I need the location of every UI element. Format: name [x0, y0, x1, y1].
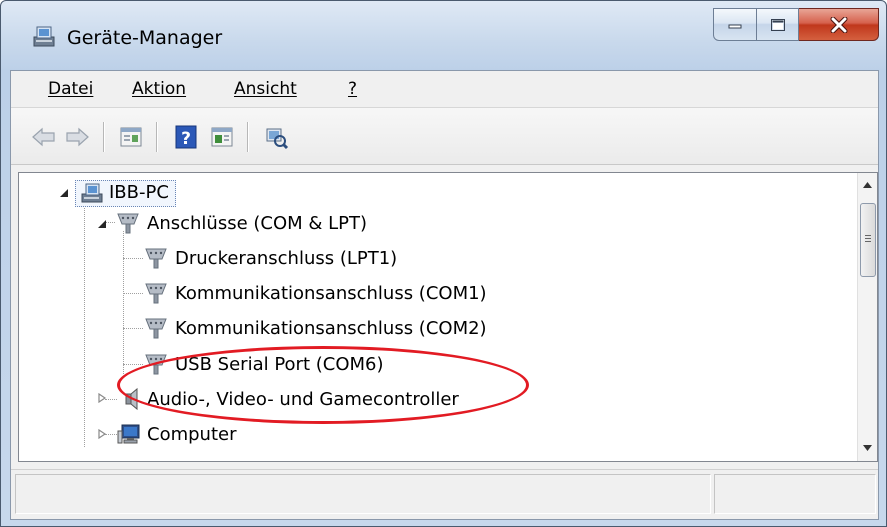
maximize-icon: [770, 18, 785, 31]
minimize-icon: [728, 24, 742, 28]
toolbar-separator: [156, 122, 158, 152]
tree-node-ports[interactable]: Anschlüsse (COM & LPT): [115, 209, 367, 237]
window-title: Geräte-Manager: [67, 27, 223, 49]
tree-node-device-label: Kommunikationsanschluss (COM1): [175, 282, 487, 304]
svg-text:?: ?: [181, 129, 191, 149]
scrollbar-thumb[interactable]: [860, 203, 876, 277]
tree-node-root[interactable]: IBB-PC: [75, 179, 176, 207]
action-pane-icon[interactable]: [208, 123, 236, 151]
tree-node-device[interactable]: Kommunikationsanschluss (COM2): [143, 314, 487, 342]
scroll-down-arrow-icon: [863, 445, 872, 451]
collapse-arrow-icon[interactable]: [59, 188, 69, 198]
tree-node-computer-label: Computer: [147, 423, 237, 445]
tree-node-root-selection: IBB-PC: [75, 179, 176, 207]
tree-node-device-label: Druckeranschluss (LPT1): [175, 247, 398, 269]
close-icon: [830, 16, 847, 33]
toolbar-separator: [103, 122, 105, 152]
help-icon[interactable]: ?: [172, 123, 200, 151]
toolbar: ?: [11, 108, 878, 165]
collapse-arrow-icon[interactable]: [97, 219, 107, 229]
port-connector-icon: [145, 318, 167, 339]
menu-bar: Datei Aktion Ansicht ?: [11, 71, 878, 108]
menu-help[interactable]: ?: [348, 79, 357, 99]
scroll-up-arrow-icon: [863, 182, 872, 188]
tree-node-root-label: IBB-PC: [109, 182, 169, 203]
scroll-down-button[interactable]: [858, 438, 877, 458]
tree-node-computer[interactable]: Computer: [117, 420, 236, 448]
tree-node-device[interactable]: Druckeranschluss (LPT1): [143, 244, 397, 272]
port-connector-icon: [145, 283, 167, 304]
scan-hardware-icon[interactable]: [262, 123, 290, 151]
tree-connector-line: [123, 258, 143, 259]
tree-node-ports-label: Anschlüsse (COM & LPT): [147, 212, 368, 234]
properties-icon[interactable]: [117, 123, 145, 151]
device-tree: IBB-PC Anschlüsse (COM & LPT) Druckerans…: [18, 172, 878, 462]
port-connector-icon: [117, 213, 139, 234]
status-pane: [714, 474, 876, 514]
monitor-icon: [117, 424, 140, 444]
maximize-button[interactable]: [757, 8, 799, 41]
tree-connector-line: [123, 231, 124, 374]
tree-connector-line: [84, 199, 85, 447]
status-pane: [15, 474, 711, 514]
tree-connector-line: [123, 328, 143, 329]
scroll-up-button[interactable]: [858, 175, 877, 195]
expand-arrow-icon[interactable]: [97, 393, 107, 403]
device-manager-window: Geräte-Manager Datei Aktion Ansicht ? ? …: [0, 0, 887, 527]
minimize-button[interactable]: [713, 8, 757, 41]
status-bar: [11, 469, 878, 518]
title-bar[interactable]: Geräte-Manager: [1, 1, 886, 71]
port-connector-icon: [145, 248, 167, 269]
caption-buttons: [713, 8, 879, 42]
device-manager-icon: [33, 26, 55, 47]
back-arrow-icon[interactable]: [30, 123, 58, 151]
menu-file[interactable]: Datei: [48, 79, 93, 99]
expand-arrow-icon[interactable]: [97, 429, 107, 439]
computer-network-icon: [81, 183, 103, 202]
tree-connector-line: [123, 364, 143, 365]
menu-view[interactable]: Ansicht: [234, 79, 297, 99]
toolbar-separator: [247, 122, 249, 152]
vertical-scrollbar[interactable]: [857, 173, 877, 461]
grip-icon: [865, 235, 871, 242]
client-area: Datei Aktion Ansicht ? ? IBB-PC Anschlüs…: [10, 70, 879, 520]
tree-connector-line: [123, 293, 143, 294]
forward-arrow-icon[interactable]: [63, 123, 91, 151]
tree-node-device-label: Kommunikationsanschluss (COM2): [175, 317, 487, 339]
tree-node-device[interactable]: Kommunikationsanschluss (COM1): [143, 279, 487, 307]
red-highlight-ellipse: [117, 346, 529, 424]
close-button[interactable]: [799, 8, 879, 41]
menu-action[interactable]: Aktion: [132, 79, 186, 99]
